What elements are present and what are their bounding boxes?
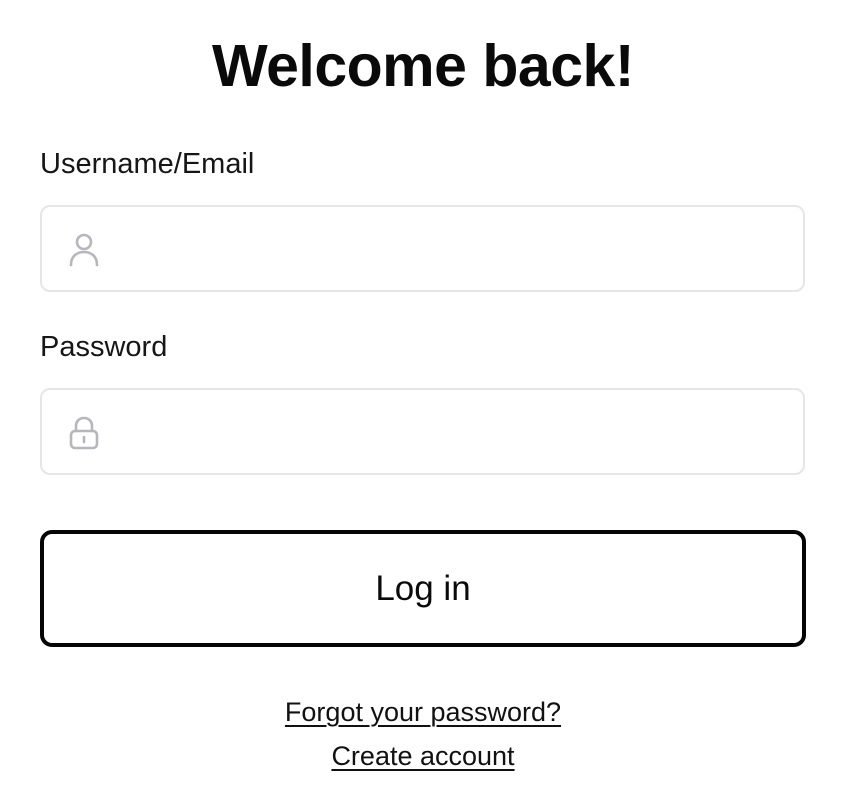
user-icon [68, 233, 100, 267]
username-input[interactable] [120, 207, 790, 290]
username-field[interactable] [40, 205, 805, 292]
page-title: Welcome back! [212, 33, 634, 99]
password-field[interactable] [40, 388, 805, 475]
create-account-link[interactable]: Create account [331, 741, 514, 771]
lock-icon [68, 416, 100, 450]
password-input[interactable] [120, 390, 790, 473]
forgot-password-link[interactable]: Forgot your password? [285, 697, 561, 727]
login-form: Welcome back! Username/Email Password Lo… [0, 0, 846, 811]
forgot-password-row: Forgot your password? [0, 695, 846, 729]
create-account-row: Create account [0, 739, 846, 773]
password-label: Password [40, 331, 168, 363]
login-button[interactable]: Log in [40, 530, 806, 647]
username-label: Username/Email [40, 148, 255, 180]
